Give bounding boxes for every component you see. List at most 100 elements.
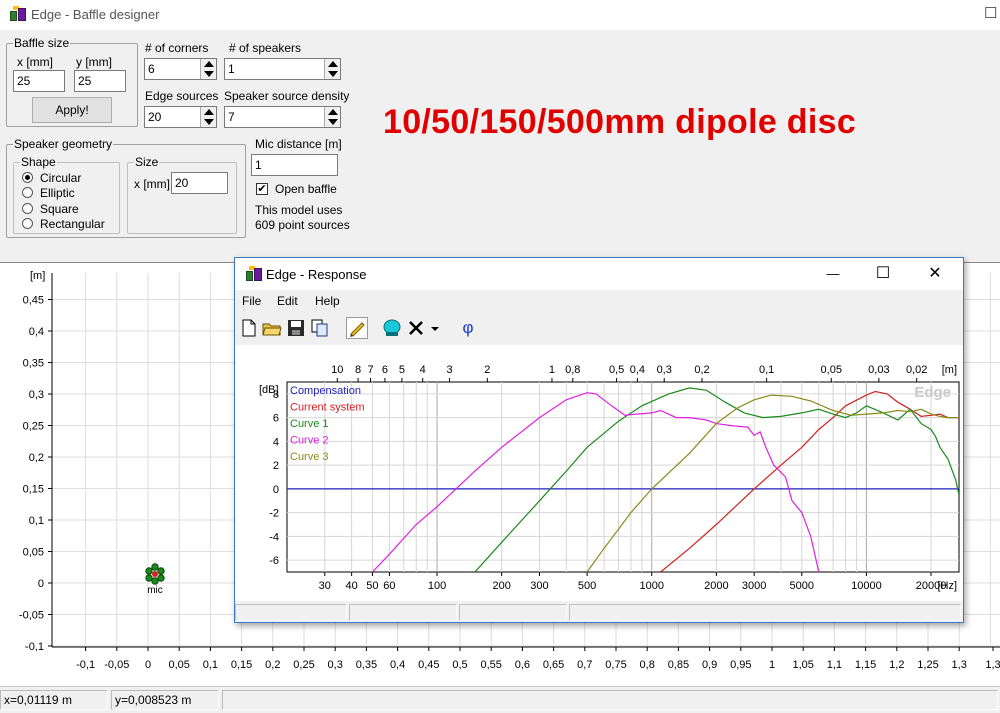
open-folder-icon[interactable] (261, 317, 283, 339)
speaker-density-spinner[interactable]: 7 (224, 106, 341, 128)
x-tick-label: 0,9 (702, 659, 717, 671)
x-tick-label: 0,75 (605, 659, 626, 671)
speaker-density-label: Speaker source density (224, 89, 350, 103)
edge-sources-spinner[interactable]: 20 (144, 106, 217, 128)
corners-spin-icon[interactable] (200, 59, 216, 79)
baffle-x-label: x [mm] (17, 55, 53, 69)
response-x-tick-label: 10000 (851, 580, 882, 592)
menu-file[interactable]: File (242, 294, 261, 308)
dropdown-arrow-icon[interactable] (428, 317, 442, 339)
response-x-tick-label: 3000 (742, 580, 766, 592)
copy-icon[interactable] (309, 317, 331, 339)
status-y-coord: y=0,008523 m (111, 690, 219, 710)
response-top-tick-label: 1 (549, 364, 555, 376)
response-x-tick-label: 300 (530, 580, 548, 592)
speaker-density-spin-icon[interactable] (324, 107, 340, 127)
open-baffle-label[interactable]: Open baffle (275, 182, 337, 196)
x-tick-label: 0,1 (203, 659, 218, 671)
response-x-tick-label: 100 (428, 580, 446, 592)
x-tick-label: 0,5 (452, 659, 467, 671)
shape-option-rectangular[interactable]: Rectangular (40, 217, 105, 231)
response-x-tick-label: 60 (383, 580, 395, 592)
x-tick-label: 1,15 (855, 659, 876, 671)
pencil-icon[interactable] (346, 317, 368, 339)
speakers-spin-icon[interactable] (324, 59, 340, 79)
size-x-input[interactable]: 20 (171, 172, 228, 194)
save-icon[interactable] (285, 317, 307, 339)
response-plot-frame (286, 381, 960, 573)
y-tick-label: -0,1 (25, 641, 44, 653)
response-db-unit: [dB] (259, 384, 279, 396)
phase-phi-button[interactable]: φ (457, 317, 479, 339)
response-x-tick-label: 40 (345, 580, 357, 592)
status-x-coord: x=0,01119 m (0, 690, 108, 710)
apply-button[interactable]: Apply! (32, 97, 112, 123)
x-tick-label: -0,05 (104, 659, 129, 671)
x-tick-label: 0,7 (577, 659, 592, 671)
minimize-icon[interactable]: — (810, 258, 856, 290)
new-file-icon[interactable] (238, 317, 260, 339)
edge-watermark: Edge (914, 384, 951, 401)
shape-option-square[interactable]: Square (40, 202, 79, 216)
response-graph[interactable]: 8 6 4 2 0 -2 -4 -6 [dB] 30 40 50 60 100 200 300 500 1000 2… (235, 345, 963, 601)
open-baffle-checkbox[interactable]: ✔ (256, 183, 268, 195)
speakers-label: # of speakers (229, 41, 302, 55)
resp-status-cell-2 (349, 604, 457, 621)
baffle-y-label: y [mm] (76, 55, 112, 69)
response-top-tick-label: 0,05 (821, 364, 842, 376)
x-tick-label: 0,65 (543, 659, 564, 671)
legend-entry: Current system (290, 402, 365, 414)
close-icon[interactable]: ✕ (912, 258, 958, 290)
radio-square[interactable] (22, 203, 33, 214)
x-tick-label: 1,25 (917, 659, 938, 671)
response-statusbar (235, 602, 963, 622)
edge-sources-spin-icon[interactable] (200, 107, 216, 127)
mic-distance-input[interactable]: 1 (251, 154, 338, 176)
response-m-unit: [m] (942, 364, 957, 376)
maximize-icon[interactable]: ☐ (860, 258, 906, 290)
baffle-y-input[interactable]: 25 (74, 70, 126, 92)
corners-spinner[interactable]: 6 (144, 58, 217, 80)
x-tick-label: 0,3 (328, 659, 343, 671)
radio-elliptic[interactable] (22, 187, 33, 198)
radio-rectangular[interactable] (22, 218, 33, 229)
mic-marker-icon[interactable] (145, 563, 165, 585)
response-top-tick-label: 0,8 (565, 364, 580, 376)
legend-entry: Compensation (290, 385, 361, 397)
shape-option-circular[interactable]: Circular (40, 171, 81, 185)
response-top-tick-label: 0,3 (657, 364, 672, 376)
response-y-tick-label: -4 (269, 531, 279, 543)
y-tick-label: 0,4 (29, 326, 44, 338)
baffle-x-input[interactable]: 25 (13, 70, 65, 92)
menu-help[interactable]: Help (315, 294, 340, 308)
radio-circular[interactable] (22, 172, 33, 183)
legend-entry: Curve 1 (290, 418, 329, 430)
response-window[interactable]: Edge - Response — ☐ ✕ File Edit Help φ 8… (234, 257, 964, 623)
response-menubar: File Edit Help (235, 290, 963, 312)
edge-app-icon (9, 6, 27, 22)
window-title: Edge - Baffle designer (31, 7, 160, 22)
speaker-icon[interactable] (381, 317, 403, 339)
response-top-tick-label: 4 (420, 364, 426, 376)
speaker-geometry-label: Speaker geometry (13, 137, 114, 151)
maximize-button[interactable]: ☐ (984, 4, 997, 22)
response-titlebar[interactable]: Edge - Response — ☐ ✕ (235, 258, 963, 290)
frequency-response-chart[interactable]: 8 6 4 2 0 -2 -4 -6 [dB] 30 40 50 60 100 200 300 500 1000 2… (235, 345, 963, 601)
x-tick-label: -0,1 (76, 659, 95, 671)
y-tick-label: 0,35 (23, 358, 44, 370)
legend-entry: Curve 2 (290, 435, 329, 447)
x-tick-label: 0,45 (418, 659, 439, 671)
mic-distance-label: Mic distance [m] (255, 137, 342, 151)
shape-option-elliptic[interactable]: Elliptic (40, 186, 75, 200)
x-tick-label: 0,15 (231, 659, 252, 671)
menu-edit[interactable]: Edit (277, 294, 298, 308)
edge-sources-value: 20 (148, 110, 162, 124)
corners-label: # of corners (145, 41, 209, 55)
speakers-spinner[interactable]: 1 (224, 58, 341, 80)
resp-status-cell-3 (459, 604, 567, 621)
response-top-tick-label: 0,2 (694, 364, 709, 376)
response-x-tick-label: 5000 (790, 580, 814, 592)
y-tick-label: 0,3 (29, 389, 44, 401)
delete-x-icon[interactable] (405, 317, 427, 339)
response-top-tick-label: 10 (331, 364, 343, 376)
